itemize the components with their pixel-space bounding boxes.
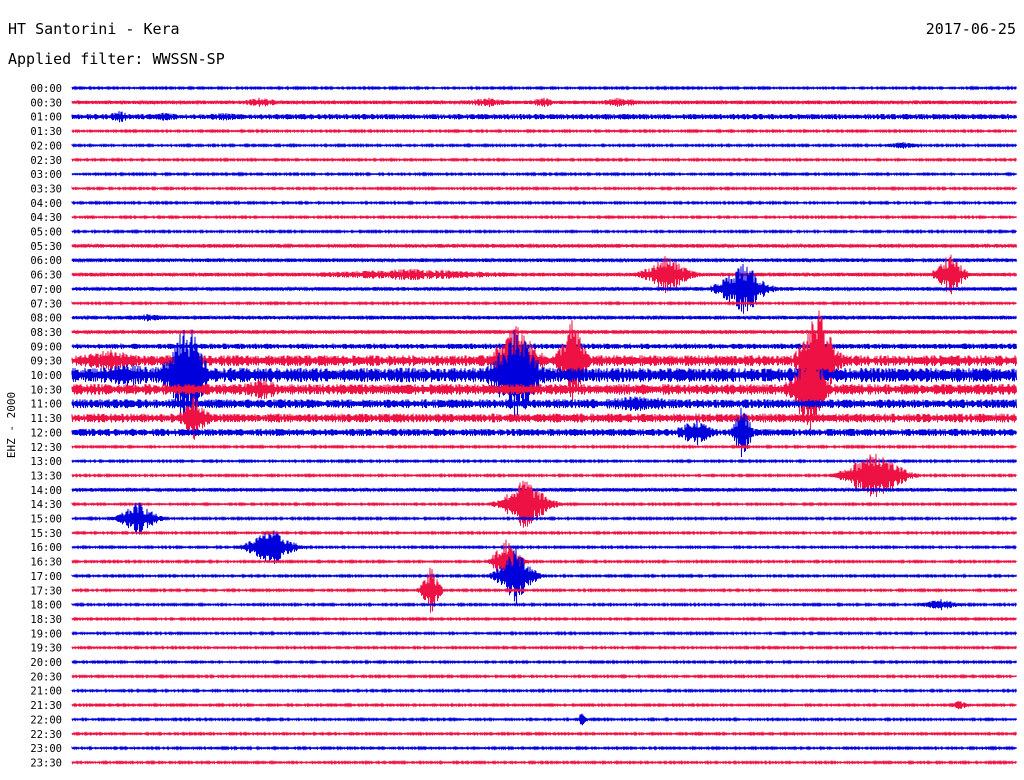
- time-label: 14:00: [30, 485, 62, 497]
- time-label: 01:00: [30, 112, 62, 124]
- time-label: 16:30: [30, 557, 62, 569]
- trace-line: [71, 310, 1017, 411]
- time-label: 04:30: [30, 212, 62, 224]
- time-label: 23:00: [30, 743, 62, 755]
- trace-line: [71, 157, 1017, 163]
- time-label: 00:00: [30, 83, 62, 95]
- time-label: 12:30: [30, 442, 62, 454]
- trace-line: [71, 313, 1017, 322]
- time-label: 05:00: [30, 227, 62, 239]
- trace-line: [71, 263, 1017, 314]
- trace-line: [71, 185, 1017, 192]
- trace-line: [71, 329, 1017, 421]
- trace-line: [71, 659, 1017, 665]
- time-label: 14:30: [30, 499, 62, 511]
- trace-line: [71, 111, 1017, 123]
- time-label: 15:00: [30, 514, 62, 526]
- trace-line: [71, 85, 1017, 91]
- time-label: 08:30: [30, 327, 62, 339]
- time-label: 16:00: [30, 542, 62, 554]
- time-label: 06:00: [30, 255, 62, 267]
- trace-line: [71, 97, 1017, 108]
- trace-line: [71, 242, 1017, 249]
- time-label: 23:30: [30, 757, 62, 769]
- trace-line: [71, 731, 1017, 737]
- trace-line: [71, 257, 1017, 264]
- time-label: 03:00: [30, 169, 62, 181]
- time-label: 08:00: [30, 313, 62, 325]
- trace-line: [71, 171, 1017, 177]
- trace-line: [71, 759, 1017, 766]
- trace-line: [71, 530, 1017, 536]
- trace-line: [71, 300, 1017, 306]
- time-label: 11:30: [30, 413, 62, 425]
- trace-line: [71, 546, 1017, 606]
- trace-line: [71, 200, 1017, 206]
- time-label: 13:30: [30, 470, 62, 482]
- time-label: 21:00: [30, 686, 62, 698]
- trace-line: [71, 396, 1017, 411]
- trace-line: [71, 745, 1017, 751]
- trace-line: [71, 616, 1017, 622]
- time-label: 07:00: [30, 284, 62, 296]
- time-label: 10:30: [30, 384, 62, 396]
- time-label: 17:30: [30, 585, 62, 597]
- trace-line: [71, 486, 1017, 493]
- trace-line: [71, 328, 1017, 335]
- trace-line: [71, 599, 1017, 611]
- time-label: 11:00: [30, 399, 62, 411]
- y-axis-label: EHZ - 2000: [5, 392, 18, 458]
- time-label: 18:00: [30, 600, 62, 612]
- time-label: 19:00: [30, 628, 62, 640]
- time-label: 20:30: [30, 671, 62, 683]
- trace-line: [71, 444, 1017, 450]
- time-label: 03:30: [30, 183, 62, 195]
- time-label: 04:00: [30, 198, 62, 210]
- time-label: 09:00: [30, 341, 62, 353]
- time-label: 09:30: [30, 356, 62, 368]
- time-label: 13:00: [30, 456, 62, 468]
- trace-line: [71, 228, 1017, 235]
- time-label: 21:30: [30, 700, 62, 712]
- time-label: 07:30: [30, 298, 62, 310]
- time-label: 01:30: [30, 126, 62, 138]
- trace-line: [71, 700, 1017, 710]
- time-label: 20:00: [30, 657, 62, 669]
- time-label: 10:00: [30, 370, 62, 382]
- time-label: 22:00: [30, 714, 62, 726]
- seismogram-chart: EHZ - 2000 00:00 00:30 01:00 01:30 02:00 02:30…: [5, 83, 1017, 769]
- trace-line: [71, 713, 1017, 726]
- trace-line: [71, 645, 1017, 651]
- trace-line: [71, 630, 1017, 637]
- time-label: 17:00: [30, 571, 62, 583]
- trace-line: [71, 128, 1017, 134]
- trace-line: [71, 142, 1017, 149]
- time-label: 02:00: [30, 140, 62, 152]
- time-label: 12:00: [30, 427, 62, 439]
- time-label: 18:30: [30, 614, 62, 626]
- trace-line: [71, 343, 1017, 350]
- trace-line: [71, 530, 1017, 564]
- time-label: 06:30: [30, 270, 62, 282]
- trace-line: [71, 673, 1017, 679]
- time-label: 05:30: [30, 241, 62, 253]
- time-label: 15:30: [30, 528, 62, 540]
- trace-line: [71, 480, 1017, 528]
- time-label: 00:30: [30, 97, 62, 109]
- trace-line: [71, 687, 1017, 694]
- time-label: 02:30: [30, 155, 62, 167]
- time-label: 22:30: [30, 729, 62, 741]
- trace-line: [71, 214, 1017, 220]
- time-label: 19:30: [30, 643, 62, 655]
